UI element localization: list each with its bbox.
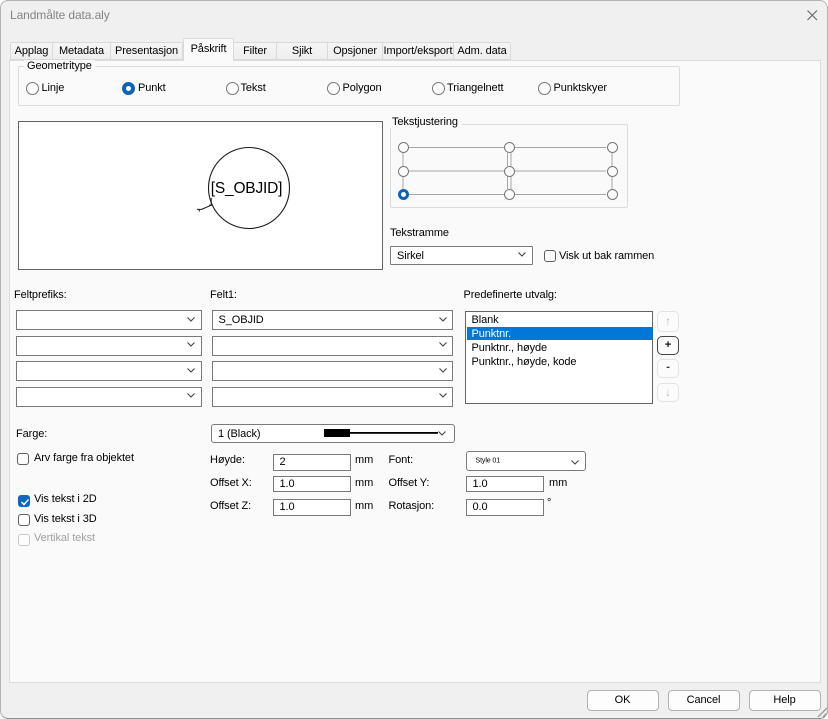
svg-text:[S_OBJID]: [S_OBJID]	[211, 180, 282, 197]
